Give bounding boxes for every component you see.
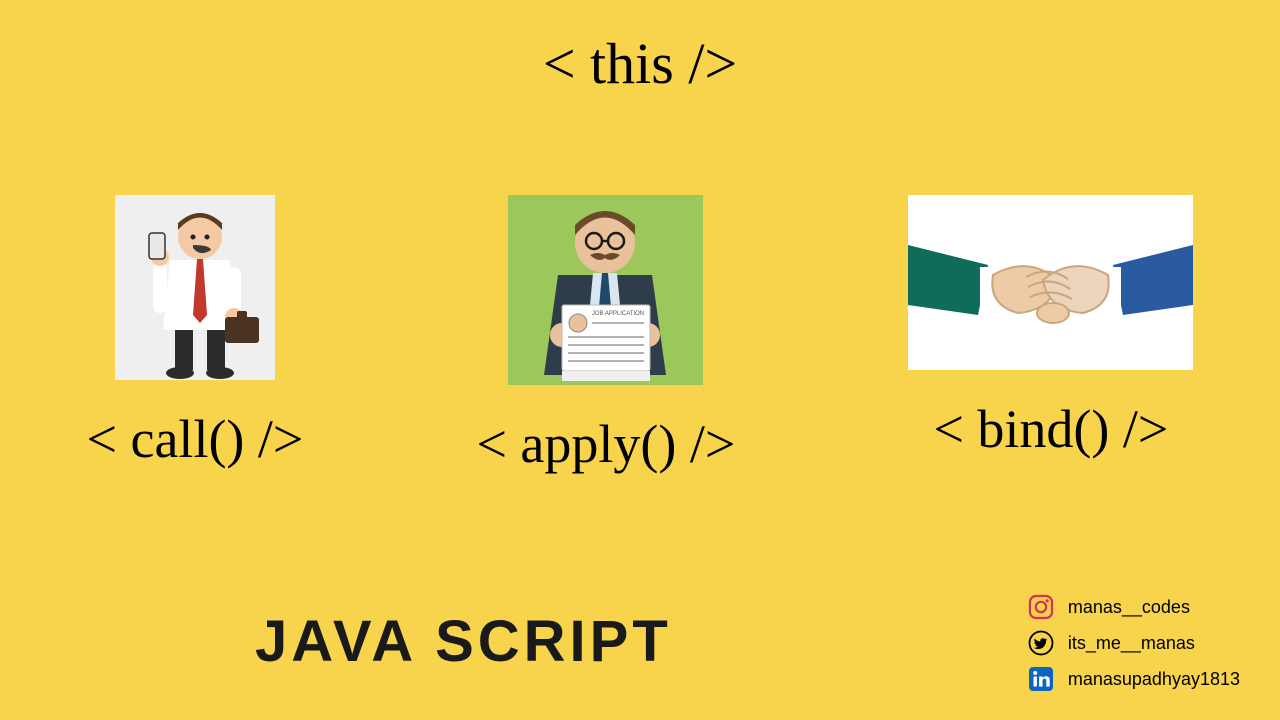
bind-illustration bbox=[908, 195, 1193, 370]
social-links: manas__codes its_me__manas manasupadhyay… bbox=[1028, 594, 1240, 692]
apply-caption: < apply() /> bbox=[476, 413, 735, 475]
cards-row: < call() /> bbox=[0, 195, 1280, 475]
twitter-handle: its_me__manas bbox=[1068, 633, 1195, 654]
page-title: < this /> bbox=[543, 30, 737, 97]
card-apply: JOB APPLICATION < apply() /> bbox=[476, 195, 735, 475]
call-illustration bbox=[115, 195, 275, 380]
instagram-handle: manas__codes bbox=[1068, 597, 1190, 618]
social-twitter[interactable]: its_me__manas bbox=[1028, 630, 1240, 656]
linkedin-handle: manasupadhyay1813 bbox=[1068, 669, 1240, 690]
card-bind: < bind() /> bbox=[908, 195, 1193, 460]
bind-caption: < bind() /> bbox=[933, 398, 1168, 460]
person-phone-icon bbox=[115, 195, 275, 380]
instagram-icon bbox=[1028, 594, 1054, 620]
paper-label: JOB APPLICATION bbox=[592, 311, 644, 317]
handshake-icon bbox=[908, 195, 1193, 370]
linkedin-icon bbox=[1028, 666, 1054, 692]
apply-illustration: JOB APPLICATION bbox=[508, 195, 703, 385]
twitter-icon bbox=[1028, 630, 1054, 656]
footer-title: JAVA SCRIPT bbox=[255, 608, 672, 675]
job-application-icon: JOB APPLICATION bbox=[508, 195, 703, 385]
card-call: < call() /> bbox=[87, 195, 304, 470]
social-linkedin[interactable]: manasupadhyay1813 bbox=[1028, 666, 1240, 692]
call-caption: < call() /> bbox=[87, 408, 304, 470]
social-instagram[interactable]: manas__codes bbox=[1028, 594, 1240, 620]
